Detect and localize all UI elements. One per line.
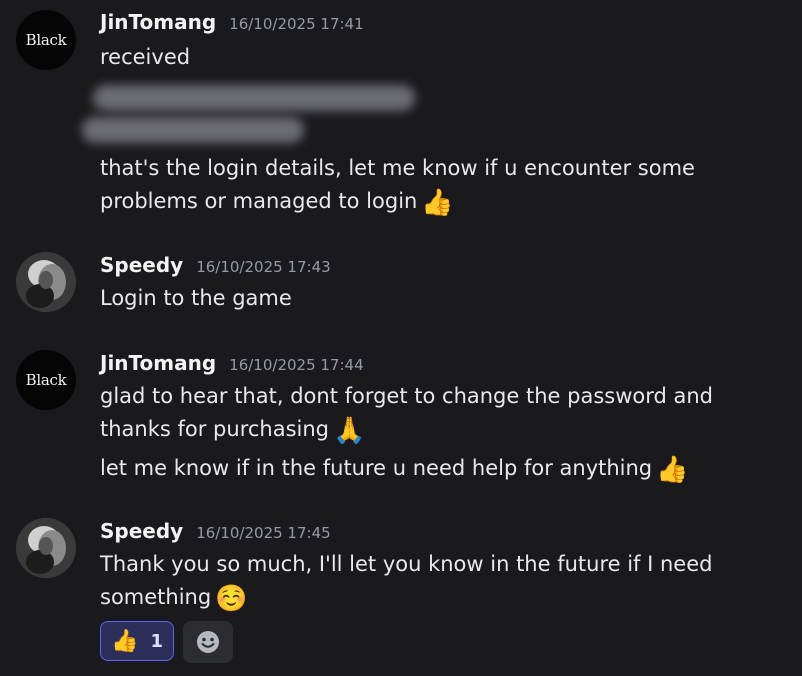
username[interactable]: Speedy xyxy=(100,253,183,277)
user-photo-icon xyxy=(16,518,76,578)
thumbs-up-icon: 👍 xyxy=(421,188,454,218)
praying-hands-icon: 🙏 xyxy=(333,416,366,446)
avatar[interactable] xyxy=(16,518,76,578)
smiley-icon xyxy=(197,631,219,653)
thumbs-up-icon: 👍 xyxy=(111,628,139,654)
timestamp: 16/10/2025 17:43 xyxy=(196,258,331,276)
message-jintomang-2: Black JinTomang 16/10/2025 17:44 glad to… xyxy=(0,348,802,498)
redacted-line xyxy=(93,85,415,111)
message-text: received xyxy=(100,45,191,69)
message-text: Thank you so much, I'll let you know in … xyxy=(100,548,790,614)
message-text-content: Thank you so much, I'll let you know in … xyxy=(100,552,713,609)
username[interactable]: JinTomang xyxy=(100,351,216,375)
username[interactable]: JinTomang xyxy=(100,10,216,34)
username[interactable]: Speedy xyxy=(100,519,183,543)
message-text-content: let me know if in the future u need help… xyxy=(100,456,653,480)
message-text: Login to the game xyxy=(100,286,292,310)
message-text: glad to hear that, dont forget to change… xyxy=(100,380,790,446)
timestamp: 16/10/2025 17:41 xyxy=(229,15,364,33)
reaction-count: 1 xyxy=(150,630,163,652)
user-photo-icon xyxy=(16,252,76,312)
message-text-content: that's the login details, let me know if… xyxy=(100,156,695,213)
redacted-line xyxy=(82,117,304,143)
message-text: let me know if in the future u need help… xyxy=(100,452,790,485)
avatar[interactable]: Black xyxy=(16,10,76,70)
avatar[interactable]: Black xyxy=(16,350,76,410)
message-jintomang-1: Black JinTomang 16/10/2025 17:41 receive… xyxy=(0,0,802,230)
message-text: that's the login details, let me know if… xyxy=(100,152,790,218)
avatar[interactable] xyxy=(16,252,76,312)
timestamp: 16/10/2025 17:45 xyxy=(196,524,331,542)
message-speedy-1: Speedy 16/10/2025 17:43 Login to the gam… xyxy=(0,250,802,330)
thumbs-up-icon: 👍 xyxy=(656,455,689,485)
smiling-face-icon: ☺️ xyxy=(215,584,248,614)
reaction-thumbs-up[interactable]: 👍 1 xyxy=(100,621,174,661)
timestamp: 16/10/2025 17:44 xyxy=(229,356,364,374)
avatar-logo-text: Black xyxy=(25,31,67,49)
message-text-content: glad to hear that, dont forget to change… xyxy=(100,384,713,441)
avatar-logo-text: Black xyxy=(25,371,67,389)
add-reaction-button[interactable] xyxy=(183,621,233,663)
